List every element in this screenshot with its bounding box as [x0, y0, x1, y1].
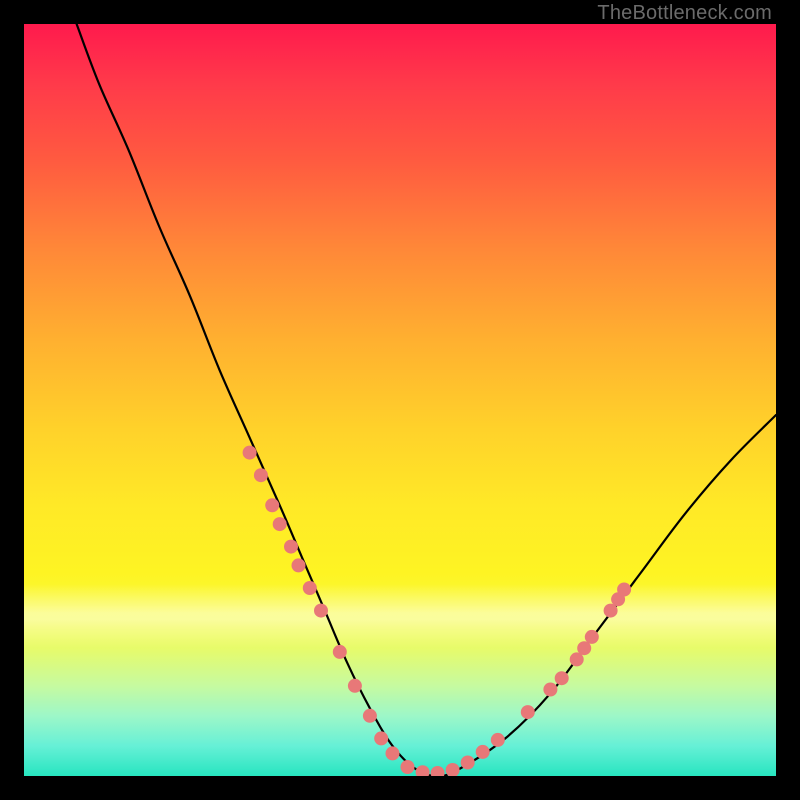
data-marker — [543, 683, 557, 697]
data-marker — [446, 763, 460, 776]
data-marker — [461, 756, 475, 770]
chart-frame: TheBottleneck.com — [0, 0, 800, 800]
watermark-text: TheBottleneck.com — [597, 2, 772, 25]
data-marker — [314, 604, 328, 618]
data-marker — [363, 709, 377, 723]
data-marker — [401, 760, 415, 774]
data-marker — [431, 766, 445, 776]
data-marker — [476, 745, 490, 759]
data-marker — [265, 498, 279, 512]
marker-group — [243, 446, 631, 776]
curve-group — [77, 24, 776, 776]
main-curve — [77, 24, 776, 776]
data-marker — [284, 540, 298, 554]
chart-svg — [24, 24, 776, 776]
data-marker — [521, 705, 535, 719]
data-marker — [617, 583, 631, 597]
data-marker — [243, 446, 257, 460]
data-marker — [333, 645, 347, 659]
data-marker — [416, 765, 430, 776]
plot-area — [24, 24, 776, 776]
data-marker — [303, 581, 317, 595]
data-marker — [348, 679, 362, 693]
data-marker — [374, 731, 388, 745]
data-marker — [555, 671, 569, 685]
data-marker — [254, 468, 268, 482]
data-marker — [585, 630, 599, 644]
data-marker — [273, 517, 287, 531]
data-marker — [386, 746, 400, 760]
data-marker — [292, 558, 306, 572]
data-marker — [491, 733, 505, 747]
